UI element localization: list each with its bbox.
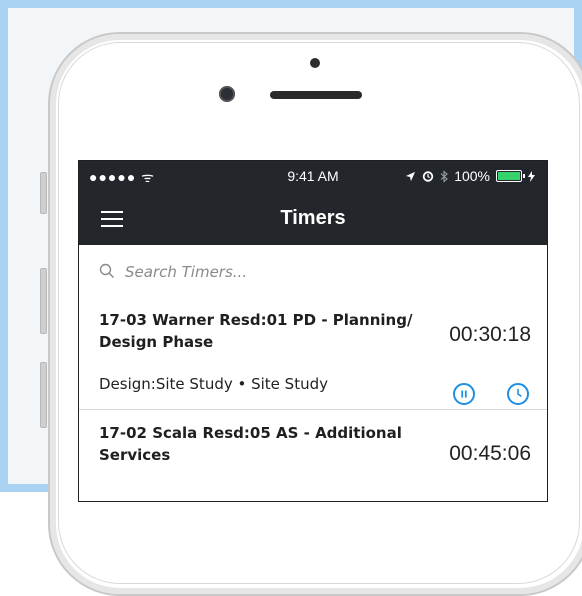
earpiece-speaker xyxy=(270,91,362,99)
phone-screen: ●●●●● ᯤ 9:41 AM 100% Timers 17-03 Wa xyxy=(78,160,548,502)
volume-up-button xyxy=(40,268,47,334)
status-bar: ●●●●● ᯤ 9:41 AM 100% xyxy=(79,161,547,191)
volume-down-button xyxy=(40,362,47,428)
page-title: Timers xyxy=(280,207,346,229)
timer-row[interactable]: 17-02 Scala Resd:05 AS - Additional Serv… xyxy=(79,410,547,501)
clock-icon xyxy=(517,388,522,397)
timer-elapsed: 00:30:18 xyxy=(449,323,531,346)
status-right: 100% xyxy=(405,168,535,184)
pause-icon xyxy=(461,390,467,398)
front-camera xyxy=(219,86,235,102)
timer-row[interactable]: 17-03 Warner Resd:01 PD - Planning/ Desi… xyxy=(79,297,547,410)
location-arrow-icon xyxy=(406,171,416,181)
timer-title: 17-03 Warner Resd:01 PD - Planning/ Desi… xyxy=(99,311,413,351)
app-header: ●●●●● ᯤ 9:41 AM 100% Timers xyxy=(79,161,547,245)
time-history-button[interactable] xyxy=(507,383,529,405)
bluetooth-icon xyxy=(440,169,449,183)
charging-bolt-icon xyxy=(528,170,535,182)
alarm-icon xyxy=(422,171,434,182)
mute-switch xyxy=(40,172,47,214)
battery-percent: 100% xyxy=(454,168,490,184)
timer-title: 17-02 Scala Resd:05 AS - Additional Serv… xyxy=(99,424,402,464)
nav-bar: Timers xyxy=(79,191,547,245)
battery-icon xyxy=(496,170,525,182)
proximity-sensor xyxy=(310,58,320,68)
timer-subtitle: Design:Site Study • Site Study xyxy=(99,375,328,393)
search-input[interactable] xyxy=(123,259,527,285)
search-icon xyxy=(99,263,114,278)
timer-elapsed: 00:45:06 xyxy=(449,442,531,465)
search-bar xyxy=(79,245,547,298)
pause-button[interactable] xyxy=(453,383,475,405)
